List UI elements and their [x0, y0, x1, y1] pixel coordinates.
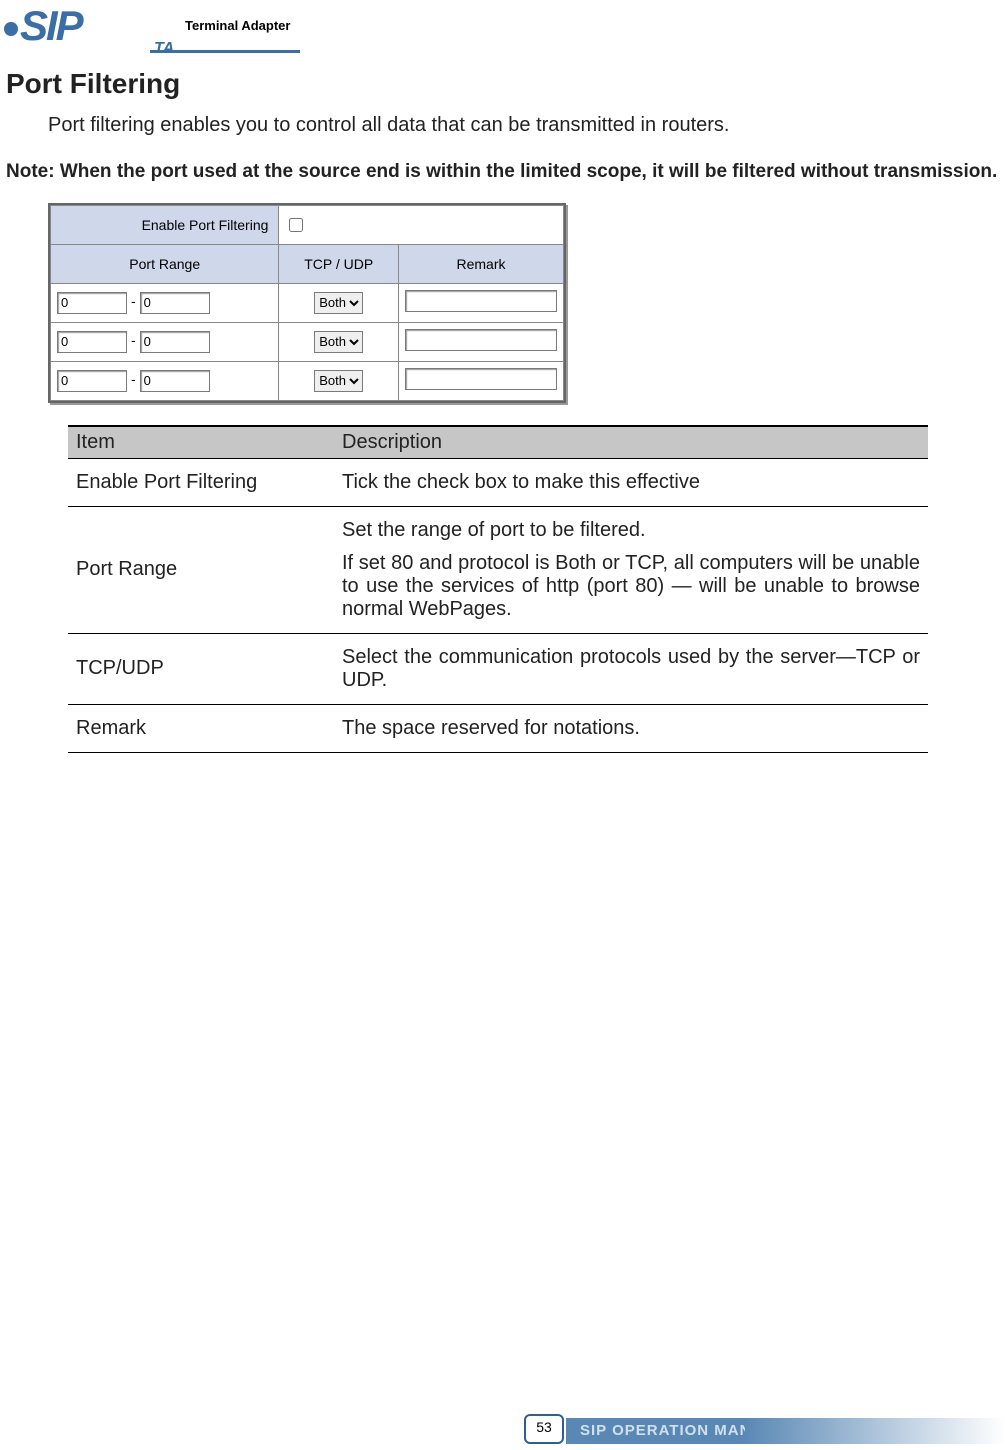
range-dash: -	[131, 371, 136, 387]
port-to-input[interactable]	[140, 292, 210, 314]
port-filter-row: - Both	[51, 361, 564, 400]
desc-row: Enable Port FilteringTick the check box …	[68, 458, 928, 506]
logo-dot-icon	[4, 22, 18, 36]
enable-port-filtering-label: Enable Port Filtering	[51, 205, 279, 244]
page-footer: 53 SIP OPERATION MANUAL	[0, 1406, 1005, 1444]
page-title: Port Filtering	[6, 68, 999, 100]
desc-item: Enable Port Filtering	[68, 458, 334, 506]
desc-item: TCP/UDP	[68, 633, 334, 704]
col-remark: Remark	[399, 244, 564, 283]
desc-text: Select the communication protocols used …	[334, 633, 928, 704]
footer-bar: SIP OPERATION MANUAL	[566, 1418, 1005, 1444]
desc-text: Tick the check box to make this effectiv…	[334, 458, 928, 506]
page-number-badge: 53	[524, 1414, 564, 1444]
logo-subtext: TA	[154, 40, 174, 58]
col-tcpudp: TCP / UDP	[279, 244, 399, 283]
port-to-input[interactable]	[140, 370, 210, 392]
logo-text: SIP	[20, 2, 82, 50]
config-screenshot: Enable Port Filtering Port Range TCP / U…	[48, 203, 566, 403]
protocol-select[interactable]: Both	[314, 370, 363, 392]
desc-row: RemarkThe space reserved for notations.	[68, 704, 928, 752]
port-filter-row: - Both	[51, 283, 564, 322]
range-dash: -	[131, 332, 136, 348]
range-dash: -	[131, 293, 136, 309]
desc-row: TCP/UDPSelect the communication protocol…	[68, 633, 928, 704]
remark-input[interactable]	[405, 368, 557, 390]
intro-text: Port filtering enables you to control al…	[48, 114, 999, 137]
product-line-label: Terminal Adapter	[185, 18, 290, 33]
port-to-input[interactable]	[140, 331, 210, 353]
footer-fade	[745, 1418, 1005, 1444]
col-port-range: Port Range	[51, 244, 279, 283]
enable-port-filtering-checkbox[interactable]	[289, 218, 303, 232]
logo-block: SIP TA Terminal Adapter	[0, 0, 300, 53]
protocol-select[interactable]: Both	[314, 292, 363, 314]
desc-head-item: Item	[68, 426, 334, 459]
description-table: Item Description Enable Port FilteringTi…	[68, 425, 928, 753]
note-text: Note: When the port used at the source e…	[6, 159, 999, 185]
desc-text: The space reserved for notations.	[334, 704, 928, 752]
desc-item: Remark	[68, 704, 334, 752]
desc-row: Port RangeSet the range of port to be fi…	[68, 506, 928, 633]
port-from-input[interactable]	[57, 292, 127, 314]
desc-item: Port Range	[68, 506, 334, 633]
desc-text: Set the range of port to be filtered.If …	[334, 506, 928, 633]
desc-head-description: Description	[334, 426, 928, 459]
port-filter-row: - Both	[51, 322, 564, 361]
port-from-input[interactable]	[57, 370, 127, 392]
remark-input[interactable]	[405, 329, 557, 351]
protocol-select[interactable]: Both	[314, 331, 363, 353]
port-from-input[interactable]	[57, 331, 127, 353]
remark-input[interactable]	[405, 290, 557, 312]
